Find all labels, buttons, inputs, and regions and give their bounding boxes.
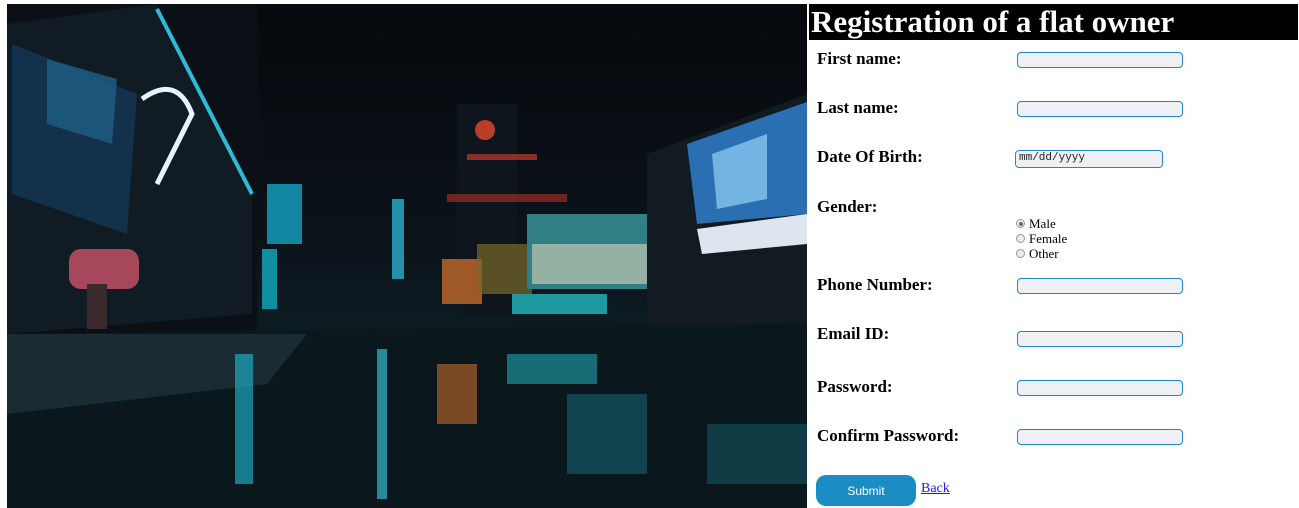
radio-selected-icon[interactable] — [1016, 219, 1025, 228]
date-of-birth-field[interactable]: mm/dd/yyyy — [1015, 150, 1163, 168]
gender-option-female[interactable]: Female — [1016, 231, 1067, 246]
page-title: Registration of a flat owner — [809, 4, 1298, 40]
email-id-label: Email ID: — [817, 324, 890, 343]
gender-option-label: Female — [1029, 230, 1068, 246]
password-label: Password: — [817, 377, 893, 396]
background-photo — [7, 4, 807, 508]
password-field[interactable] — [1017, 380, 1183, 396]
gender-option-other[interactable]: Other — [1016, 246, 1059, 261]
phone-number-label: Phone Number: — [817, 275, 933, 294]
confirm-password-label: Confirm Password: — [817, 426, 960, 445]
gender-option-label: Male — [1029, 215, 1056, 231]
first-name-field[interactable] — [1017, 52, 1183, 68]
email-id-field[interactable] — [1017, 331, 1183, 347]
confirm-password-field[interactable] — [1017, 429, 1183, 445]
phone-number-field[interactable] — [1017, 278, 1183, 294]
gender-option-label: Other — [1029, 245, 1059, 261]
gender-option-male[interactable]: Male — [1016, 216, 1056, 231]
date-of-birth-label: Date Of Birth: — [817, 147, 923, 166]
submit-button[interactable]: Submit — [816, 475, 916, 506]
radio-unselected-icon[interactable] — [1016, 249, 1025, 258]
last-name-label: Last name: — [817, 98, 899, 117]
back-link[interactable]: Back — [921, 481, 950, 497]
gender-label: Gender: — [817, 197, 878, 216]
last-name-field[interactable] — [1017, 101, 1183, 117]
first-name-label: First name: — [817, 49, 902, 68]
night-street-illustration — [7, 4, 807, 508]
radio-unselected-icon[interactable] — [1016, 234, 1025, 243]
